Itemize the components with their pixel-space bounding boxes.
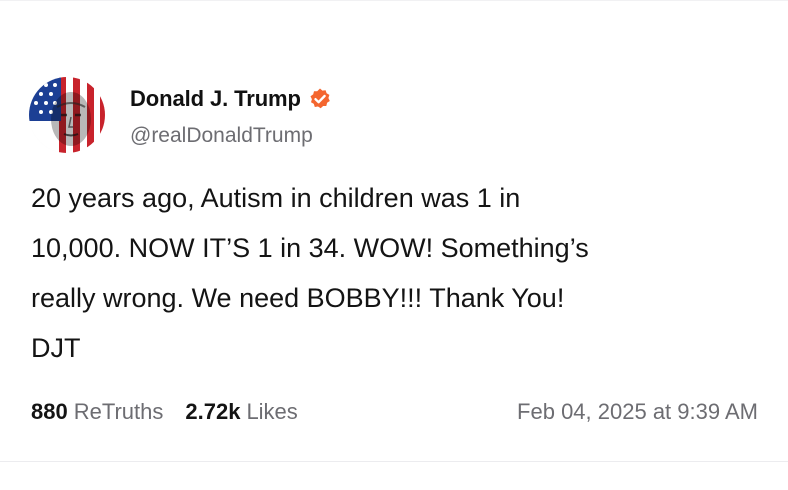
divider <box>0 0 788 1</box>
divider <box>0 461 788 462</box>
post-meta-row: 880 ReTruths 2.72k Likes Feb 04, 2025 at… <box>31 396 758 428</box>
flag-portrait-icon <box>29 77 105 153</box>
author-avatar[interactable] <box>29 77 105 153</box>
verified-badge-icon <box>308 87 332 111</box>
author-handle[interactable]: @realDonaldTrump <box>130 124 313 148</box>
author-display-name[interactable]: Donald J. Trump <box>130 86 301 112</box>
likes-count: 2.72k <box>185 399 241 424</box>
likes-stat[interactable]: 2.72k Likes <box>185 399 297 425</box>
retruths-label: ReTruths <box>73 399 164 424</box>
retruths-count: 880 <box>31 399 68 424</box>
post-timestamp[interactable]: Feb 04, 2025 at 9:39 AM <box>517 399 758 425</box>
retruths-stat[interactable]: 880 ReTruths <box>31 399 163 425</box>
truth-post: Donald J. Trump @realDonaldTrump 20 year… <box>0 0 788 490</box>
post-text: 20 years ago, Autism in children was 1 i… <box>31 183 589 363</box>
likes-label: Likes <box>246 399 298 424</box>
author-name-row: Donald J. Trump <box>130 84 332 114</box>
